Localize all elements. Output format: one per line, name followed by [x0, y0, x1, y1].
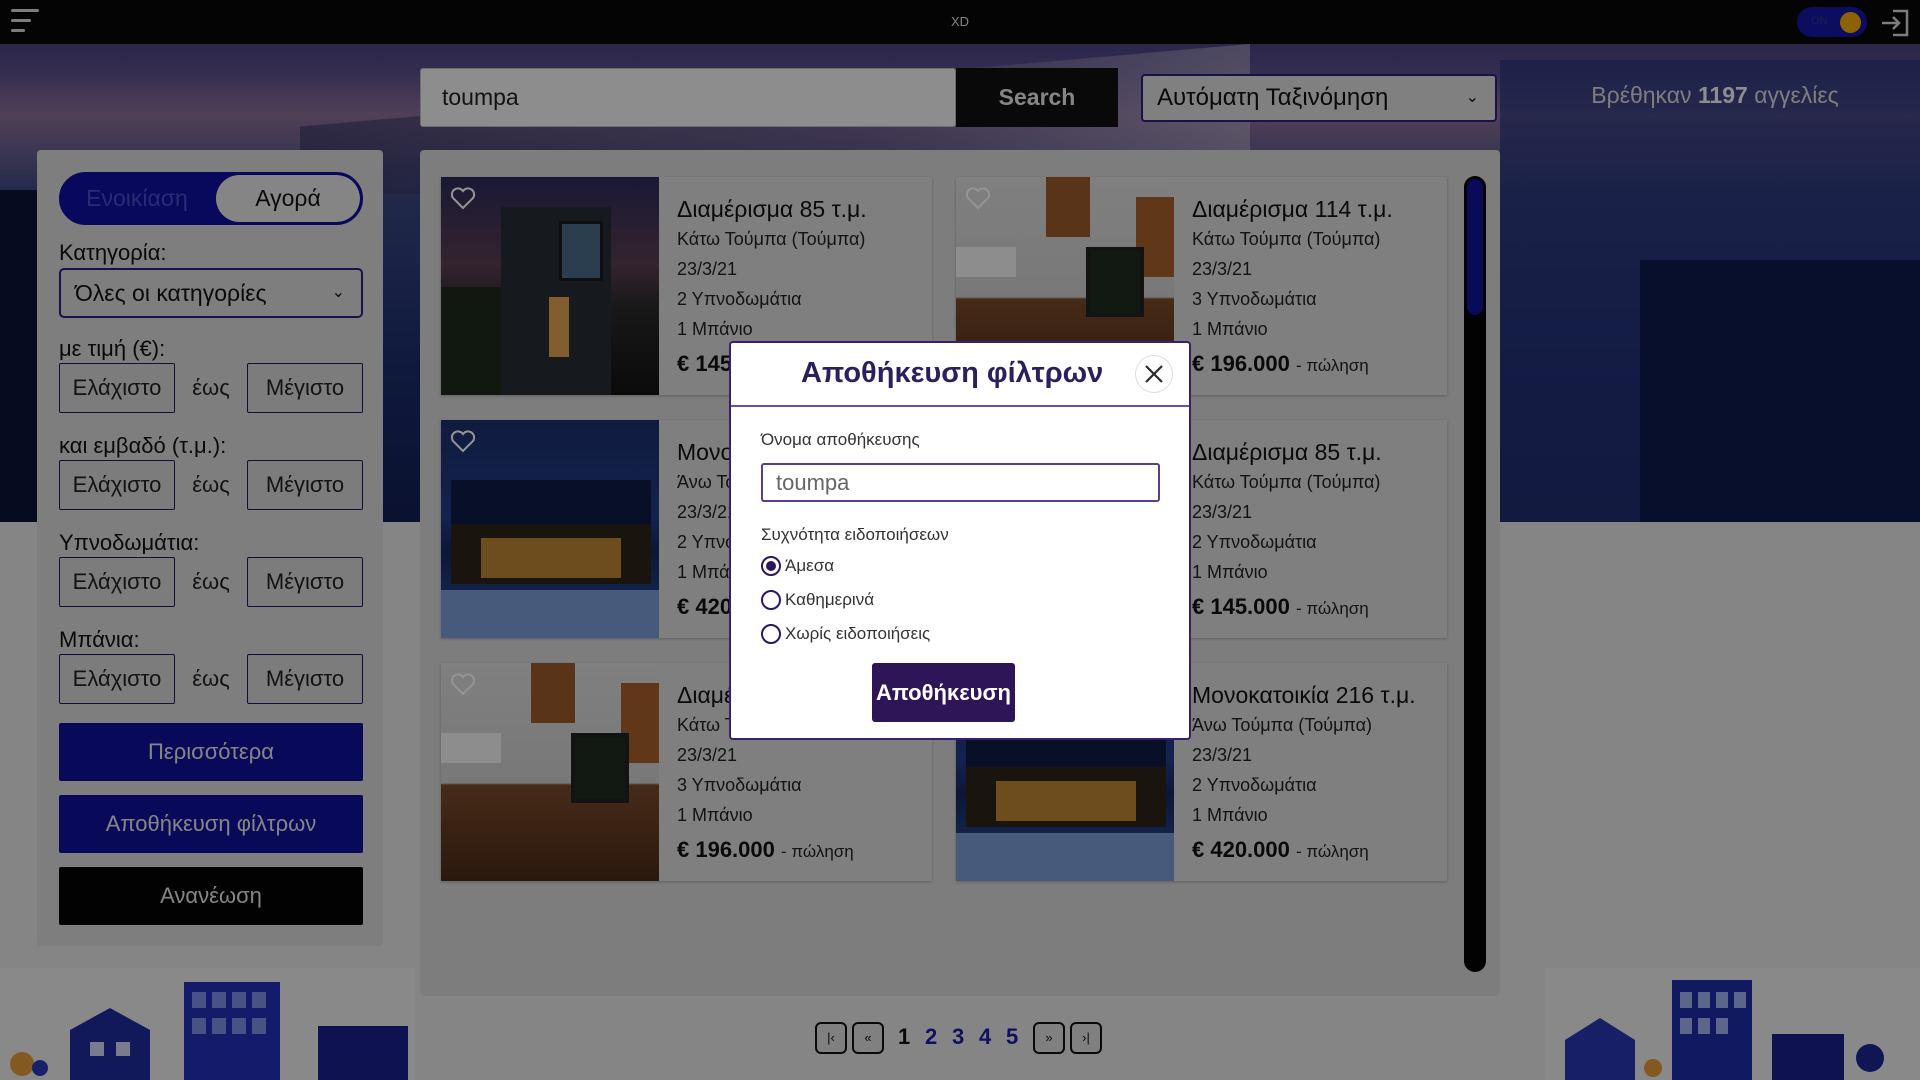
radio-icon[interactable]: [761, 624, 781, 644]
radio-label: Καθημερινά: [785, 590, 875, 609]
close-button[interactable]: [1136, 356, 1172, 392]
frequency-label: Συχνότητα ειδοποιήσεων: [761, 525, 949, 544]
radio-icon[interactable]: [761, 590, 781, 610]
dialog-header: Αποθήκευση φίλτρων: [731, 343, 1189, 407]
save-button[interactable]: Αποθήκευση: [872, 663, 1015, 722]
save-name-label: Όνομα αποθήκευσης: [761, 430, 920, 449]
radio-selected-icon[interactable]: [761, 556, 781, 576]
radio-label: Χωρίς ειδοποιήσεις: [785, 624, 931, 643]
dialog-title: Αποθήκευση φίλτρων: [801, 357, 1104, 389]
save-name-input[interactable]: toumpa: [761, 463, 1160, 502]
close-icon: [1145, 365, 1163, 383]
radio-label: Άμεσα: [785, 556, 835, 575]
save-filters-dialog: Αποθήκευση φίλτρων Όνομα αποθήκευσης tou…: [729, 341, 1191, 740]
